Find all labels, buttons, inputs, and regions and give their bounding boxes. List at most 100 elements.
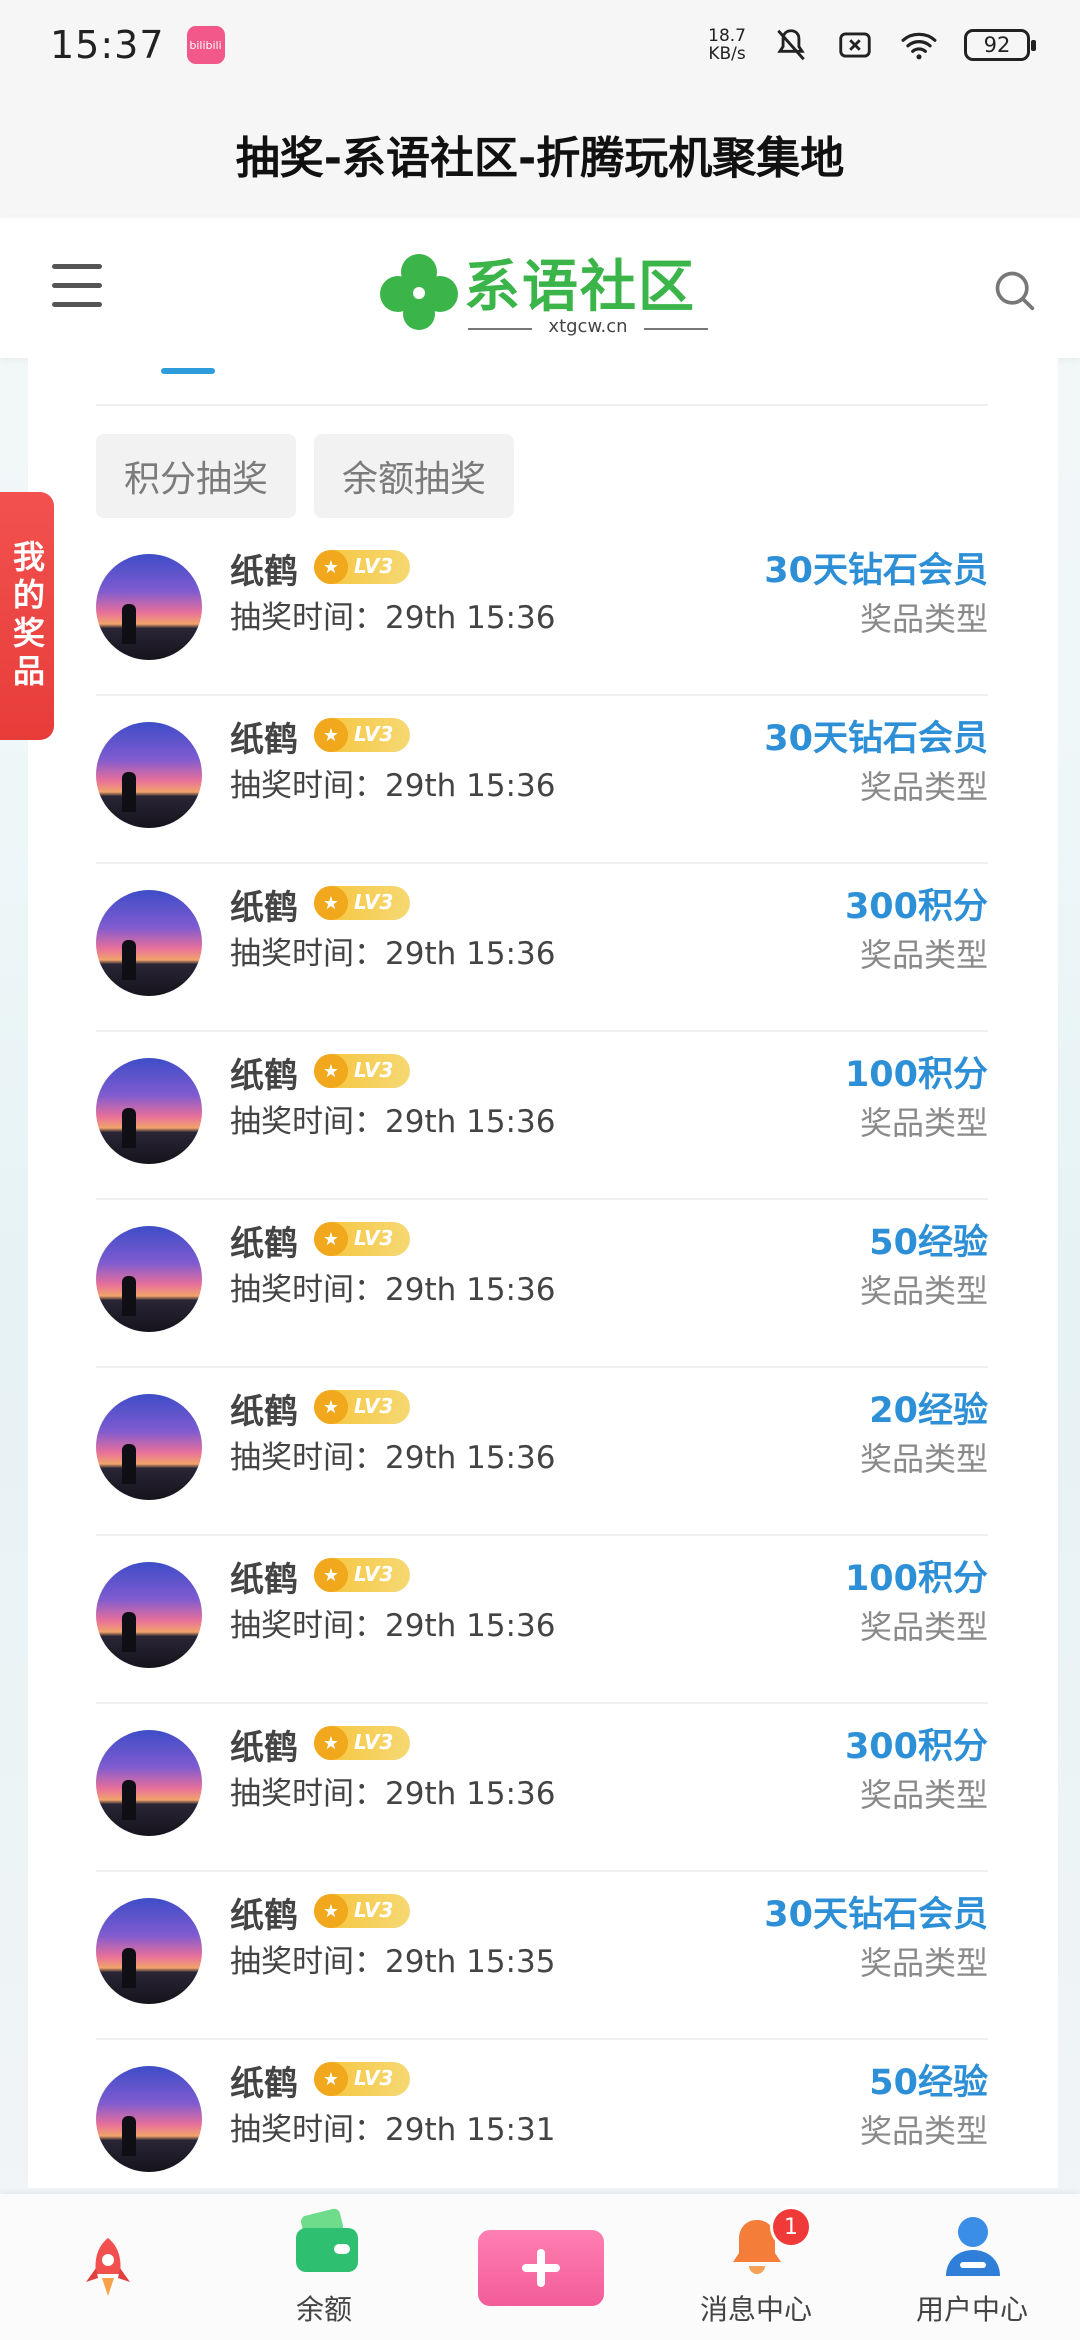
- level-text: LV3: [354, 1058, 394, 1082]
- level-coin-icon: ★: [314, 2062, 348, 2096]
- nav-user-center-label: 用户中心: [915, 2293, 1028, 2326]
- wallet-icon: [296, 2208, 358, 2272]
- user-avatar[interactable]: [96, 1730, 202, 1836]
- level-badge: ★ LV3: [314, 1222, 410, 1256]
- level-coin-icon: ★: [314, 550, 348, 584]
- prize-name: 30天钻石会员: [764, 1895, 988, 1935]
- prize-name: 100积分: [844, 1559, 988, 1599]
- user-name: 纸鹤: [230, 1728, 298, 1768]
- user-name: 纸鹤: [230, 1896, 298, 1936]
- page-title: 抽奖-系语社区-折腾玩机聚集地: [0, 90, 1080, 218]
- prize-type-label: 奖品类型: [859, 2112, 988, 2150]
- user-avatar[interactable]: [96, 722, 202, 828]
- network-speed-value: 18.7: [708, 26, 746, 46]
- user-avatar[interactable]: [96, 1562, 202, 1668]
- prize-type-label: 奖品类型: [859, 1440, 988, 1478]
- user-avatar[interactable]: [96, 554, 202, 660]
- nav-home[interactable]: [0, 2194, 216, 2340]
- lottery-record-row: 纸鹤 ★ LV3 抽奖时间：29th 15:35 30天钻石会员 奖品类型: [96, 1872, 988, 2040]
- draw-time: 抽奖时间：29th 15:36: [230, 600, 556, 636]
- prize-name: 30天钻石会员: [764, 551, 988, 591]
- no-sim-icon: [839, 32, 871, 58]
- level-badge: ★ LV3: [314, 550, 410, 584]
- user-avatar[interactable]: [96, 1226, 202, 1332]
- prize-name: 20经验: [869, 1391, 988, 1431]
- rocket-icon: [86, 2238, 130, 2296]
- prize-type-label: 奖品类型: [859, 1608, 988, 1646]
- level-coin-icon: ★: [314, 1726, 348, 1760]
- prize-type-label: 奖品类型: [859, 600, 988, 638]
- draw-time: 抽奖时间：29th 15:31: [230, 2112, 556, 2148]
- prize-type-label: 奖品类型: [859, 1944, 988, 1982]
- level-badge: ★ LV3: [314, 1054, 410, 1088]
- prize-type-label: 奖品类型: [859, 1776, 988, 1814]
- level-coin-icon: ★: [314, 1222, 348, 1256]
- level-badge: ★ LV3: [314, 1726, 410, 1760]
- prize-type-label: 奖品类型: [859, 936, 988, 974]
- search-icon[interactable]: [992, 268, 1036, 312]
- level-text: LV3: [354, 722, 394, 746]
- mute-bell-icon: [777, 29, 805, 61]
- lottery-record-row: 纸鹤 ★ LV3 抽奖时间：29th 15:36 300积分奖品类型: [96, 1704, 988, 1872]
- level-badge: ★ LV3: [314, 1390, 410, 1424]
- prize-name: 300积分: [844, 1727, 988, 1767]
- level-badge: ★ LV3: [314, 2062, 410, 2096]
- unread-count-badge: 1: [770, 2206, 812, 2248]
- network-speed: 18.7 KB/s: [708, 27, 746, 63]
- user-avatar[interactable]: [96, 1058, 202, 1164]
- status-bar: 15:37 bilibili 18.7 KB/s 92: [0, 0, 1080, 90]
- balance-lottery-chip[interactable]: 余额抽奖: [314, 434, 515, 518]
- prize-type-label: 奖品类型: [859, 1104, 988, 1142]
- user-name: 纸鹤: [230, 1392, 298, 1432]
- user-avatar[interactable]: [96, 890, 202, 996]
- draw-time: 抽奖时间：29th 15:36: [230, 936, 556, 972]
- user-icon: [946, 2217, 1000, 2276]
- site-header: 系语社区 xtgcw.cn: [0, 218, 1080, 358]
- logo-text: 系语社区: [464, 255, 696, 320]
- prize-name: 100积分: [844, 1055, 988, 1095]
- nav-balance[interactable]: 余额: [216, 2194, 432, 2340]
- user-name: 纸鹤: [230, 1560, 298, 1600]
- prize-name: 30天钻石会员: [764, 719, 988, 759]
- level-coin-icon: ★: [314, 1558, 348, 1592]
- level-coin-icon: ★: [314, 1894, 348, 1928]
- status-time: 15:37: [50, 23, 165, 67]
- prize-name: 50经验: [869, 1223, 988, 1263]
- logo-domain: xtgcw.cn: [468, 316, 708, 337]
- points-lottery-chip[interactable]: 积分抽奖: [96, 434, 297, 518]
- level-text: LV3: [354, 1562, 394, 1586]
- level-badge: ★ LV3: [314, 1894, 410, 1928]
- prize-type-label: 奖品类型: [859, 768, 988, 806]
- nav-messages-label: 消息中心: [699, 2293, 812, 2326]
- draw-time: 抽奖时间：29th 15:36: [230, 768, 556, 804]
- network-speed-unit: KB/s: [708, 44, 746, 64]
- user-name: 纸鹤: [230, 888, 298, 928]
- level-coin-icon: ★: [314, 886, 348, 920]
- menu-line: [52, 302, 102, 307]
- user-name: 纸鹤: [230, 720, 298, 760]
- bottom-nav: 余额 消息中心 1 用户中心: [0, 2194, 1080, 2340]
- lottery-record-row: 纸鹤 ★ LV3 抽奖时间：29th 15:36 30天钻石会员 奖品类型: [96, 528, 988, 696]
- lottery-record-row: 纸鹤 ★ LV3 抽奖时间：29th 15:36 30天钻石会员奖品类型: [96, 696, 988, 864]
- user-avatar[interactable]: [96, 1898, 202, 2004]
- menu-button[interactable]: [52, 264, 102, 308]
- nav-messages[interactable]: 消息中心: [648, 2194, 864, 2340]
- user-avatar[interactable]: [96, 1394, 202, 1500]
- draw-time: 抽奖时间：29th 15:36: [230, 1776, 556, 1812]
- battery-indicator: 92: [964, 29, 1036, 61]
- level-coin-icon: ★: [314, 1054, 348, 1088]
- level-text: LV3: [354, 2066, 394, 2090]
- level-text: LV3: [354, 1898, 394, 1922]
- menu-line: [52, 283, 102, 288]
- level-text: LV3: [354, 554, 394, 578]
- nav-user-center[interactable]: 用户中心: [864, 2194, 1080, 2340]
- nav-balance-label: 余额: [295, 2293, 352, 2326]
- publish-button[interactable]: [478, 2230, 604, 2306]
- lottery-record-row: 纸鹤 ★ LV3 抽奖时间：29th 15:36 50经验 奖品类型: [96, 1200, 988, 1368]
- site-logo[interactable]: 系语社区 xtgcw.cn: [374, 236, 714, 346]
- user-avatar[interactable]: [96, 2066, 202, 2172]
- draw-time: 抽奖时间：29th 15:36: [230, 1272, 556, 1308]
- level-coin-icon: ★: [314, 718, 348, 752]
- my-prizes-tab[interactable]: 我的奖品: [0, 492, 54, 740]
- level-badge: ★ LV3: [314, 718, 410, 752]
